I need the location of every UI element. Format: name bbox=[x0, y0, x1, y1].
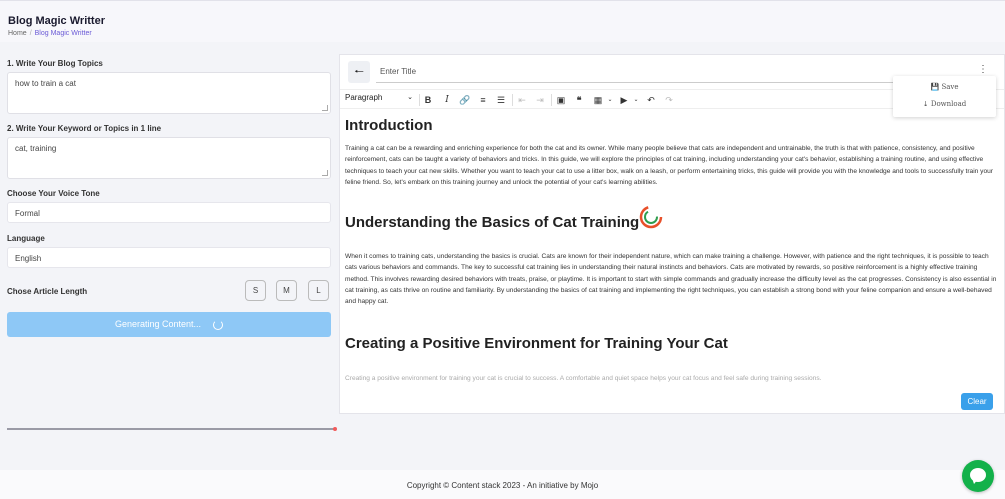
bold-icon[interactable]: B bbox=[421, 93, 435, 107]
progress-fill bbox=[7, 428, 335, 430]
link-icon[interactable]: 🔗 bbox=[458, 93, 472, 107]
loading-logo-icon bbox=[639, 205, 663, 229]
download-label: Download bbox=[930, 100, 967, 108]
language-value: English bbox=[15, 254, 42, 263]
chat-bubble-tail bbox=[972, 478, 979, 484]
heading-basics: Understanding the Basics of Cat Training bbox=[345, 214, 640, 231]
bulleted-list-icon[interactable]: ≡ bbox=[476, 93, 490, 107]
length-label: Chose Article Length bbox=[7, 287, 88, 296]
chevron-down-icon: ⌄ bbox=[407, 94, 413, 101]
floppy-disk-icon: 💾 bbox=[930, 83, 940, 91]
paragraph-style-value: Paragraph bbox=[345, 93, 383, 102]
indent-icon[interactable]: ⇥ bbox=[533, 93, 547, 107]
top-bar: Blog Magic Writter Home / Blog Magic Writt… bbox=[0, 0, 1005, 42]
progress-bar bbox=[7, 427, 337, 431]
breadcrumb-separator: / bbox=[29, 30, 32, 37]
paragraph-positive-environment: Creating a positive environment for trai… bbox=[345, 375, 822, 382]
page-title: Blog Magic Writter bbox=[8, 15, 105, 27]
generate-label: Generating Content... bbox=[114, 319, 202, 329]
breadcrumb: Home / Blog Magic Writter bbox=[8, 30, 92, 37]
media-dropdown-icon[interactable]: ⌄ bbox=[629, 93, 643, 107]
title-input[interactable]: Enter Title bbox=[376, 63, 936, 83]
image-icon[interactable]: ▣ bbox=[554, 93, 568, 107]
paragraph-basics: When it comes to training cats, understa… bbox=[345, 253, 997, 306]
heading-introduction: Introduction bbox=[345, 117, 433, 134]
keywords-value: cat, training bbox=[15, 144, 57, 153]
length-s-button[interactable]: S bbox=[245, 280, 266, 301]
arrow-left-icon: 🠐 bbox=[354, 66, 364, 78]
progress-indicator-dot bbox=[333, 427, 337, 431]
save-menu-item[interactable]: 💾 Save bbox=[893, 83, 996, 91]
topics-value: how to train a cat bbox=[15, 79, 76, 88]
title-placeholder: Enter Title bbox=[380, 67, 417, 76]
breadcrumb-home[interactable]: Home bbox=[8, 30, 27, 37]
undo-icon[interactable]: ↶ bbox=[644, 93, 658, 107]
length-l-button[interactable]: L bbox=[308, 280, 329, 301]
save-label: Save bbox=[941, 83, 959, 91]
clear-button[interactable]: Clear bbox=[961, 393, 993, 410]
blockquote-icon[interactable]: ❝ bbox=[572, 93, 586, 107]
download-icon: ⤓ bbox=[922, 100, 929, 108]
footer: Copyright © Content stack 2023 - An init… bbox=[0, 470, 1005, 499]
language-select[interactable]: English bbox=[7, 247, 331, 268]
toolbar-divider bbox=[512, 94, 513, 106]
back-button[interactable]: 🠐 bbox=[348, 61, 370, 83]
more-options-icon[interactable]: ⋮ bbox=[978, 63, 988, 77]
numbered-list-icon[interactable]: ☰ bbox=[494, 93, 508, 107]
resize-handle-icon[interactable] bbox=[322, 170, 328, 176]
editor-content[interactable]: Introduction Training a cat can be a rew… bbox=[345, 111, 1000, 386]
toolbar-divider bbox=[551, 94, 552, 106]
tone-value: Formal bbox=[15, 209, 40, 218]
paragraph-style-select[interactable]: Paragraph ⌄ bbox=[345, 93, 413, 107]
copyright-text: Copyright © Content stack 2023 - An init… bbox=[406, 481, 599, 490]
tone-label: Choose Your Voice Tone bbox=[7, 189, 100, 198]
table-dropdown-icon[interactable]: ⌄ bbox=[603, 93, 617, 107]
language-label: Language bbox=[7, 234, 45, 243]
chat-button[interactable] bbox=[962, 460, 994, 492]
italic-icon[interactable]: I bbox=[440, 93, 454, 107]
keywords-textarea[interactable]: cat, training bbox=[7, 137, 331, 179]
heading-positive-environment: Creating a Positive Environment for Trai… bbox=[345, 335, 728, 352]
breadcrumb-current: Blog Magic Writter bbox=[34, 30, 92, 37]
redo-icon[interactable]: ↷ bbox=[662, 93, 676, 107]
download-menu-item[interactable]: ⤓ Download bbox=[893, 100, 996, 108]
outdent-icon[interactable]: ⇤ bbox=[515, 93, 529, 107]
paragraph-introduction: Training a cat can be a rewarding and en… bbox=[345, 145, 993, 186]
keywords-label: 2. Write Your Keyword or Topics in 1 lin… bbox=[7, 124, 162, 133]
tone-select[interactable]: Formal bbox=[7, 202, 331, 223]
topics-label: 1. Write Your Blog Topics bbox=[7, 59, 103, 68]
length-m-button[interactable]: M bbox=[276, 280, 297, 301]
topics-textarea[interactable]: how to train a cat bbox=[7, 72, 331, 114]
generate-button[interactable]: Generating Content... bbox=[7, 312, 331, 337]
editor-options-menu: 💾 Save ⤓ Download bbox=[893, 76, 996, 117]
resize-handle-icon[interactable] bbox=[322, 105, 328, 111]
loading-spinner-icon bbox=[213, 319, 224, 330]
toolbar-divider bbox=[419, 94, 420, 106]
